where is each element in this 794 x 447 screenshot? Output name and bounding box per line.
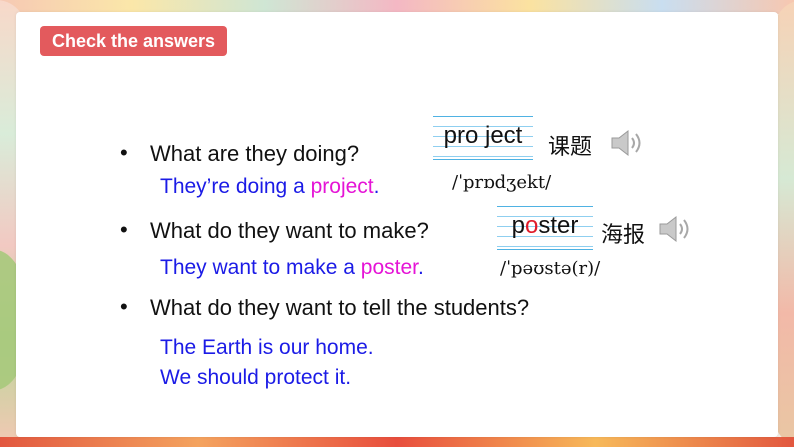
speaker-icon[interactable] [610, 128, 644, 158]
section-header: Check the answers [40, 26, 228, 56]
question-1: What are they doing? [150, 141, 360, 166]
answer-3-line-2: We should protect it. [160, 366, 352, 389]
keyword-poster: poster [360, 256, 418, 279]
ipa-project: /ˈprɒdʒekt/ [452, 172, 552, 193]
bottom-border-decoration [0, 437, 794, 447]
answer-2: They want to make a poster. [160, 256, 424, 279]
chinese-project: 课题 [548, 135, 593, 160]
question-2: What do they want to make? [150, 218, 429, 243]
answer-1: They’re doing a project. [160, 175, 380, 198]
answer-3-line-1: The Earth is our home. [160, 336, 374, 359]
keyword-project: project [310, 175, 374, 198]
bullet-1: • [120, 140, 128, 165]
word-card-poster: poster [497, 206, 593, 250]
ipa-poster: /ˈpəʊstə(r)/ [500, 258, 601, 279]
bullet-2: • [120, 217, 128, 242]
chinese-poster: 海报 [601, 223, 646, 248]
word-card-project: pro ject [433, 116, 533, 160]
question-3: What do they want to tell the students? [150, 295, 530, 320]
bullet-3: • [120, 294, 128, 319]
speaker-icon[interactable] [658, 214, 692, 244]
